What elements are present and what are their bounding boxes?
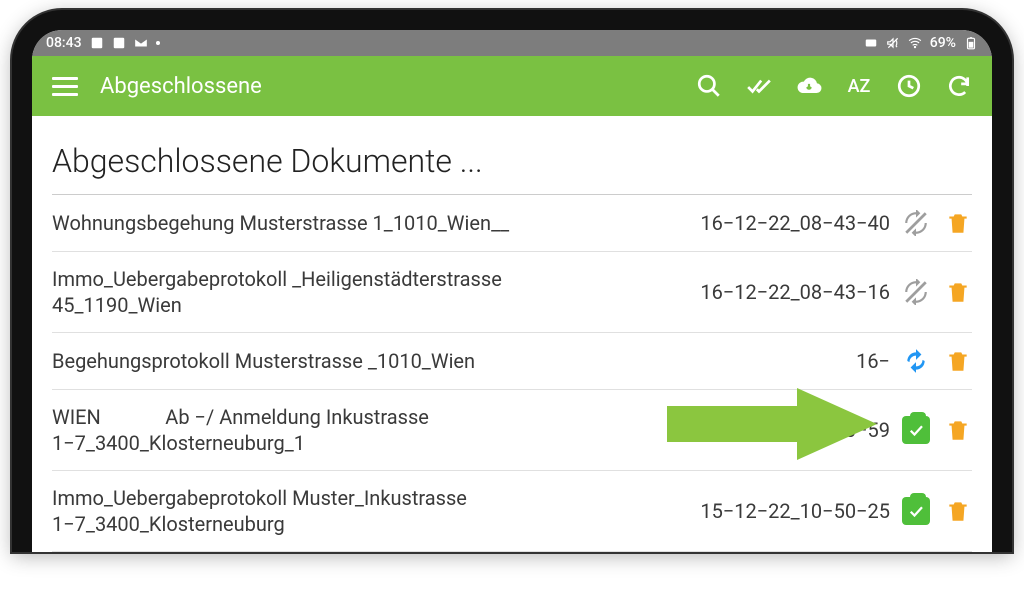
search-icon: [696, 73, 722, 99]
card-icon: [864, 36, 878, 50]
image-icon: [90, 36, 104, 50]
trash-icon: [945, 348, 971, 374]
document-date: 16−12−22_08−43−40: [700, 211, 890, 235]
app-icon: [112, 36, 126, 50]
battery-text: 69%: [930, 35, 956, 51]
document-actions: [902, 209, 972, 237]
document-actions: [902, 497, 972, 525]
document-name: Immo_Uebergabeprotokoll Muster_Inkustras…: [52, 485, 532, 537]
document-name: Immo_Uebergabeprotokoll _Heiligenstädter…: [52, 266, 532, 318]
hamburger-icon: [52, 77, 78, 96]
document-actions: [902, 347, 972, 375]
trash-icon: [945, 210, 971, 236]
select-all-button[interactable]: [744, 71, 774, 101]
sync-disabled-button[interactable]: [902, 278, 930, 306]
document-actions: [902, 278, 972, 306]
clipboard-check-icon: [902, 497, 930, 525]
sync-icon: [903, 348, 929, 374]
document-date: 15−12−22_10−50−25: [700, 499, 890, 523]
document-date: 16−12−22_08−43−16: [700, 280, 890, 304]
delete-button[interactable]: [944, 209, 972, 237]
delete-button[interactable]: [944, 347, 972, 375]
trash-icon: [945, 498, 971, 524]
document-list: Wohnungsbegehung Musterstrasse 1_1010_Wi…: [52, 195, 972, 552]
battery-icon: [964, 36, 978, 50]
document-name: Begehungsprotokoll Musterstrasse _1010_W…: [52, 348, 532, 374]
sync-disabled-icon: [903, 279, 929, 305]
delete-button[interactable]: [944, 497, 972, 525]
document-date: 16−: [856, 349, 890, 373]
mute-icon: [886, 36, 900, 50]
android-status-bar: 08:43 69%: [32, 30, 992, 56]
sync-disabled-button[interactable]: [902, 209, 930, 237]
sort-az-icon: AZ: [848, 76, 871, 97]
done-badge[interactable]: [902, 497, 930, 525]
menu-button[interactable]: [50, 71, 80, 101]
document-name: WIEN Ab −/ Anmeldung Inkustrasse 1−7_340…: [52, 404, 532, 456]
delete-button[interactable]: [944, 416, 972, 444]
clipboard-check-icon: [902, 416, 930, 444]
appbar-title: Abgeschlossene: [100, 74, 262, 99]
sync-button[interactable]: [902, 347, 930, 375]
double-check-icon: [746, 73, 772, 99]
document-row[interactable]: WIEN Ab −/ Anmeldung Inkustrasse 1−7_340…: [52, 390, 972, 471]
document-name: Wohnungsbegehung Musterstrasse 1_1010_Wi…: [52, 210, 532, 236]
refresh-icon: [946, 73, 972, 99]
document-actions: [902, 416, 972, 444]
document-date: 15−12−22_10−53−59: [700, 418, 890, 442]
app-bar: Abgeschlossene AZ: [32, 56, 992, 116]
trash-icon: [945, 279, 971, 305]
download-button[interactable]: [794, 71, 824, 101]
tablet-frame: 08:43 69% Abgeschlossene: [12, 10, 1012, 552]
status-dot: [156, 41, 160, 45]
content-area: Abgeschlossene Dokumente ... Wohnungsbeg…: [32, 116, 992, 552]
trash-icon: [945, 417, 971, 443]
device-notch: [452, 16, 572, 24]
status-time: 08:43: [46, 35, 82, 51]
mail-icon: [134, 36, 148, 50]
clock-icon: [896, 73, 922, 99]
sort-time-button[interactable]: [894, 71, 924, 101]
document-row[interactable]: Begehungsprotokoll Musterstrasse _1010_W…: [52, 333, 972, 390]
document-row[interactable]: Wohnungsbegehung Musterstrasse 1_1010_Wi…: [52, 195, 972, 252]
page-title: Abgeschlossene Dokumente ...: [52, 142, 972, 180]
search-button[interactable]: [694, 71, 724, 101]
cloud-download-icon: [796, 73, 822, 99]
document-row[interactable]: Immo_Uebergabeprotokoll Muster_Inkustras…: [52, 471, 972, 552]
wifi-icon: [908, 36, 922, 50]
document-row[interactable]: Immo_Uebergabeprotokoll _Heiligenstädter…: [52, 252, 972, 333]
done-badge[interactable]: [902, 416, 930, 444]
delete-button[interactable]: [944, 278, 972, 306]
sync-disabled-icon: [903, 210, 929, 236]
refresh-button[interactable]: [944, 71, 974, 101]
sort-az-button[interactable]: AZ: [844, 71, 874, 101]
